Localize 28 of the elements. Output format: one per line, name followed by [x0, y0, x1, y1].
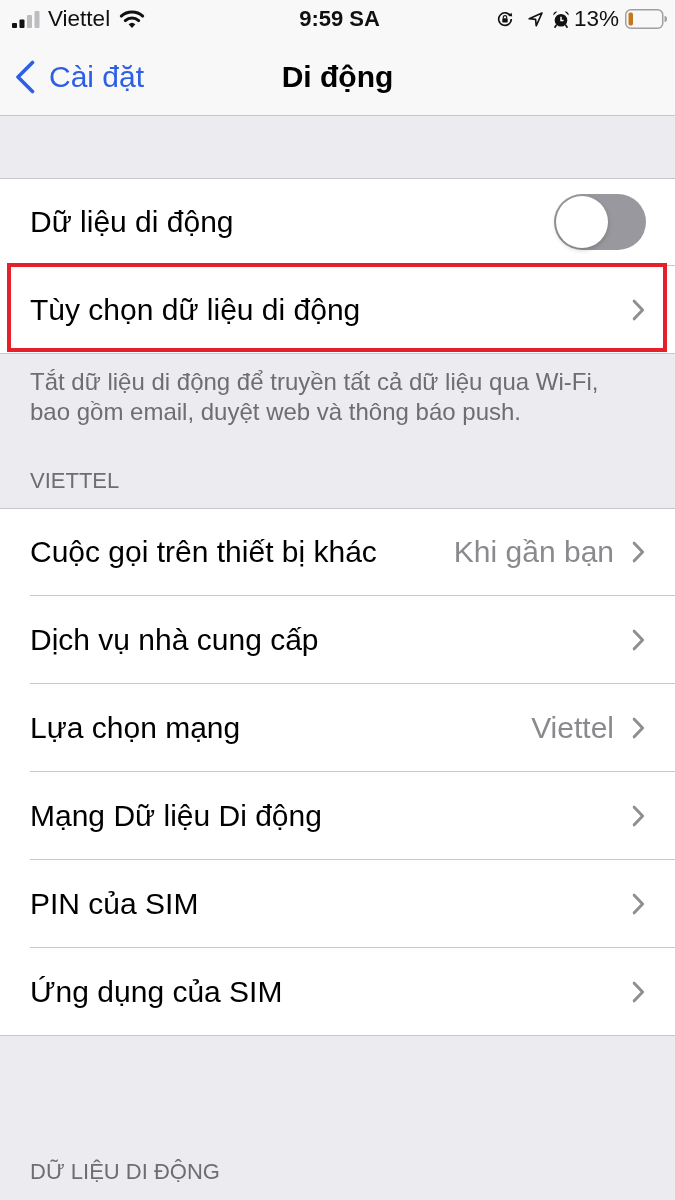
- settings-row[interactable]: Ứng dụng của SIM: [0, 948, 675, 1036]
- section-footer: Tắt dữ liệu di động để truyền tất cả dữ liệu qua Wi-Fi, bao gồm email, duyệt web và thông báo push.: [0, 354, 675, 427]
- section-header: DỮ LIỆU DI ĐỘNG: [29, 1158, 221, 1186]
- clock-time: 9:59 SA: [299, 6, 380, 31]
- signal-icon: [12, 10, 40, 28]
- chevron-right-icon: [632, 981, 645, 1003]
- section-header: VIETTEL: [29, 467, 121, 495]
- screen-title: Di động: [281, 59, 394, 94]
- chevron-left-icon: [15, 59, 35, 94]
- chevron-right-icon: [632, 629, 645, 651]
- row-value: Khi gần bạn: [453, 535, 614, 569]
- chevron-right-icon: [632, 893, 645, 915]
- chevron-right-icon: [632, 805, 645, 827]
- battery-icon: [625, 9, 667, 29]
- chevron-right-icon: [632, 541, 645, 563]
- back-button[interactable]: Cài đặt: [15, 59, 145, 94]
- row-label: Dữ liệu di động: [30, 205, 234, 239]
- settings-row[interactable]: Tùy chọn dữ liệu di động: [0, 266, 675, 354]
- row-value: Viettel: [531, 711, 614, 745]
- carrier-name: Viettel: [48, 6, 111, 32]
- battery-percentage: 13%: [573, 6, 619, 32]
- chevron-right-icon: [632, 299, 645, 321]
- chevron-right-icon: [632, 717, 645, 739]
- alarm-clock-icon: [552, 10, 569, 28]
- toggle-switch[interactable]: [554, 194, 646, 250]
- wifi-icon: [119, 9, 146, 29]
- location-arrow-icon: [527, 11, 543, 27]
- rotation-lock-icon: [496, 11, 513, 27]
